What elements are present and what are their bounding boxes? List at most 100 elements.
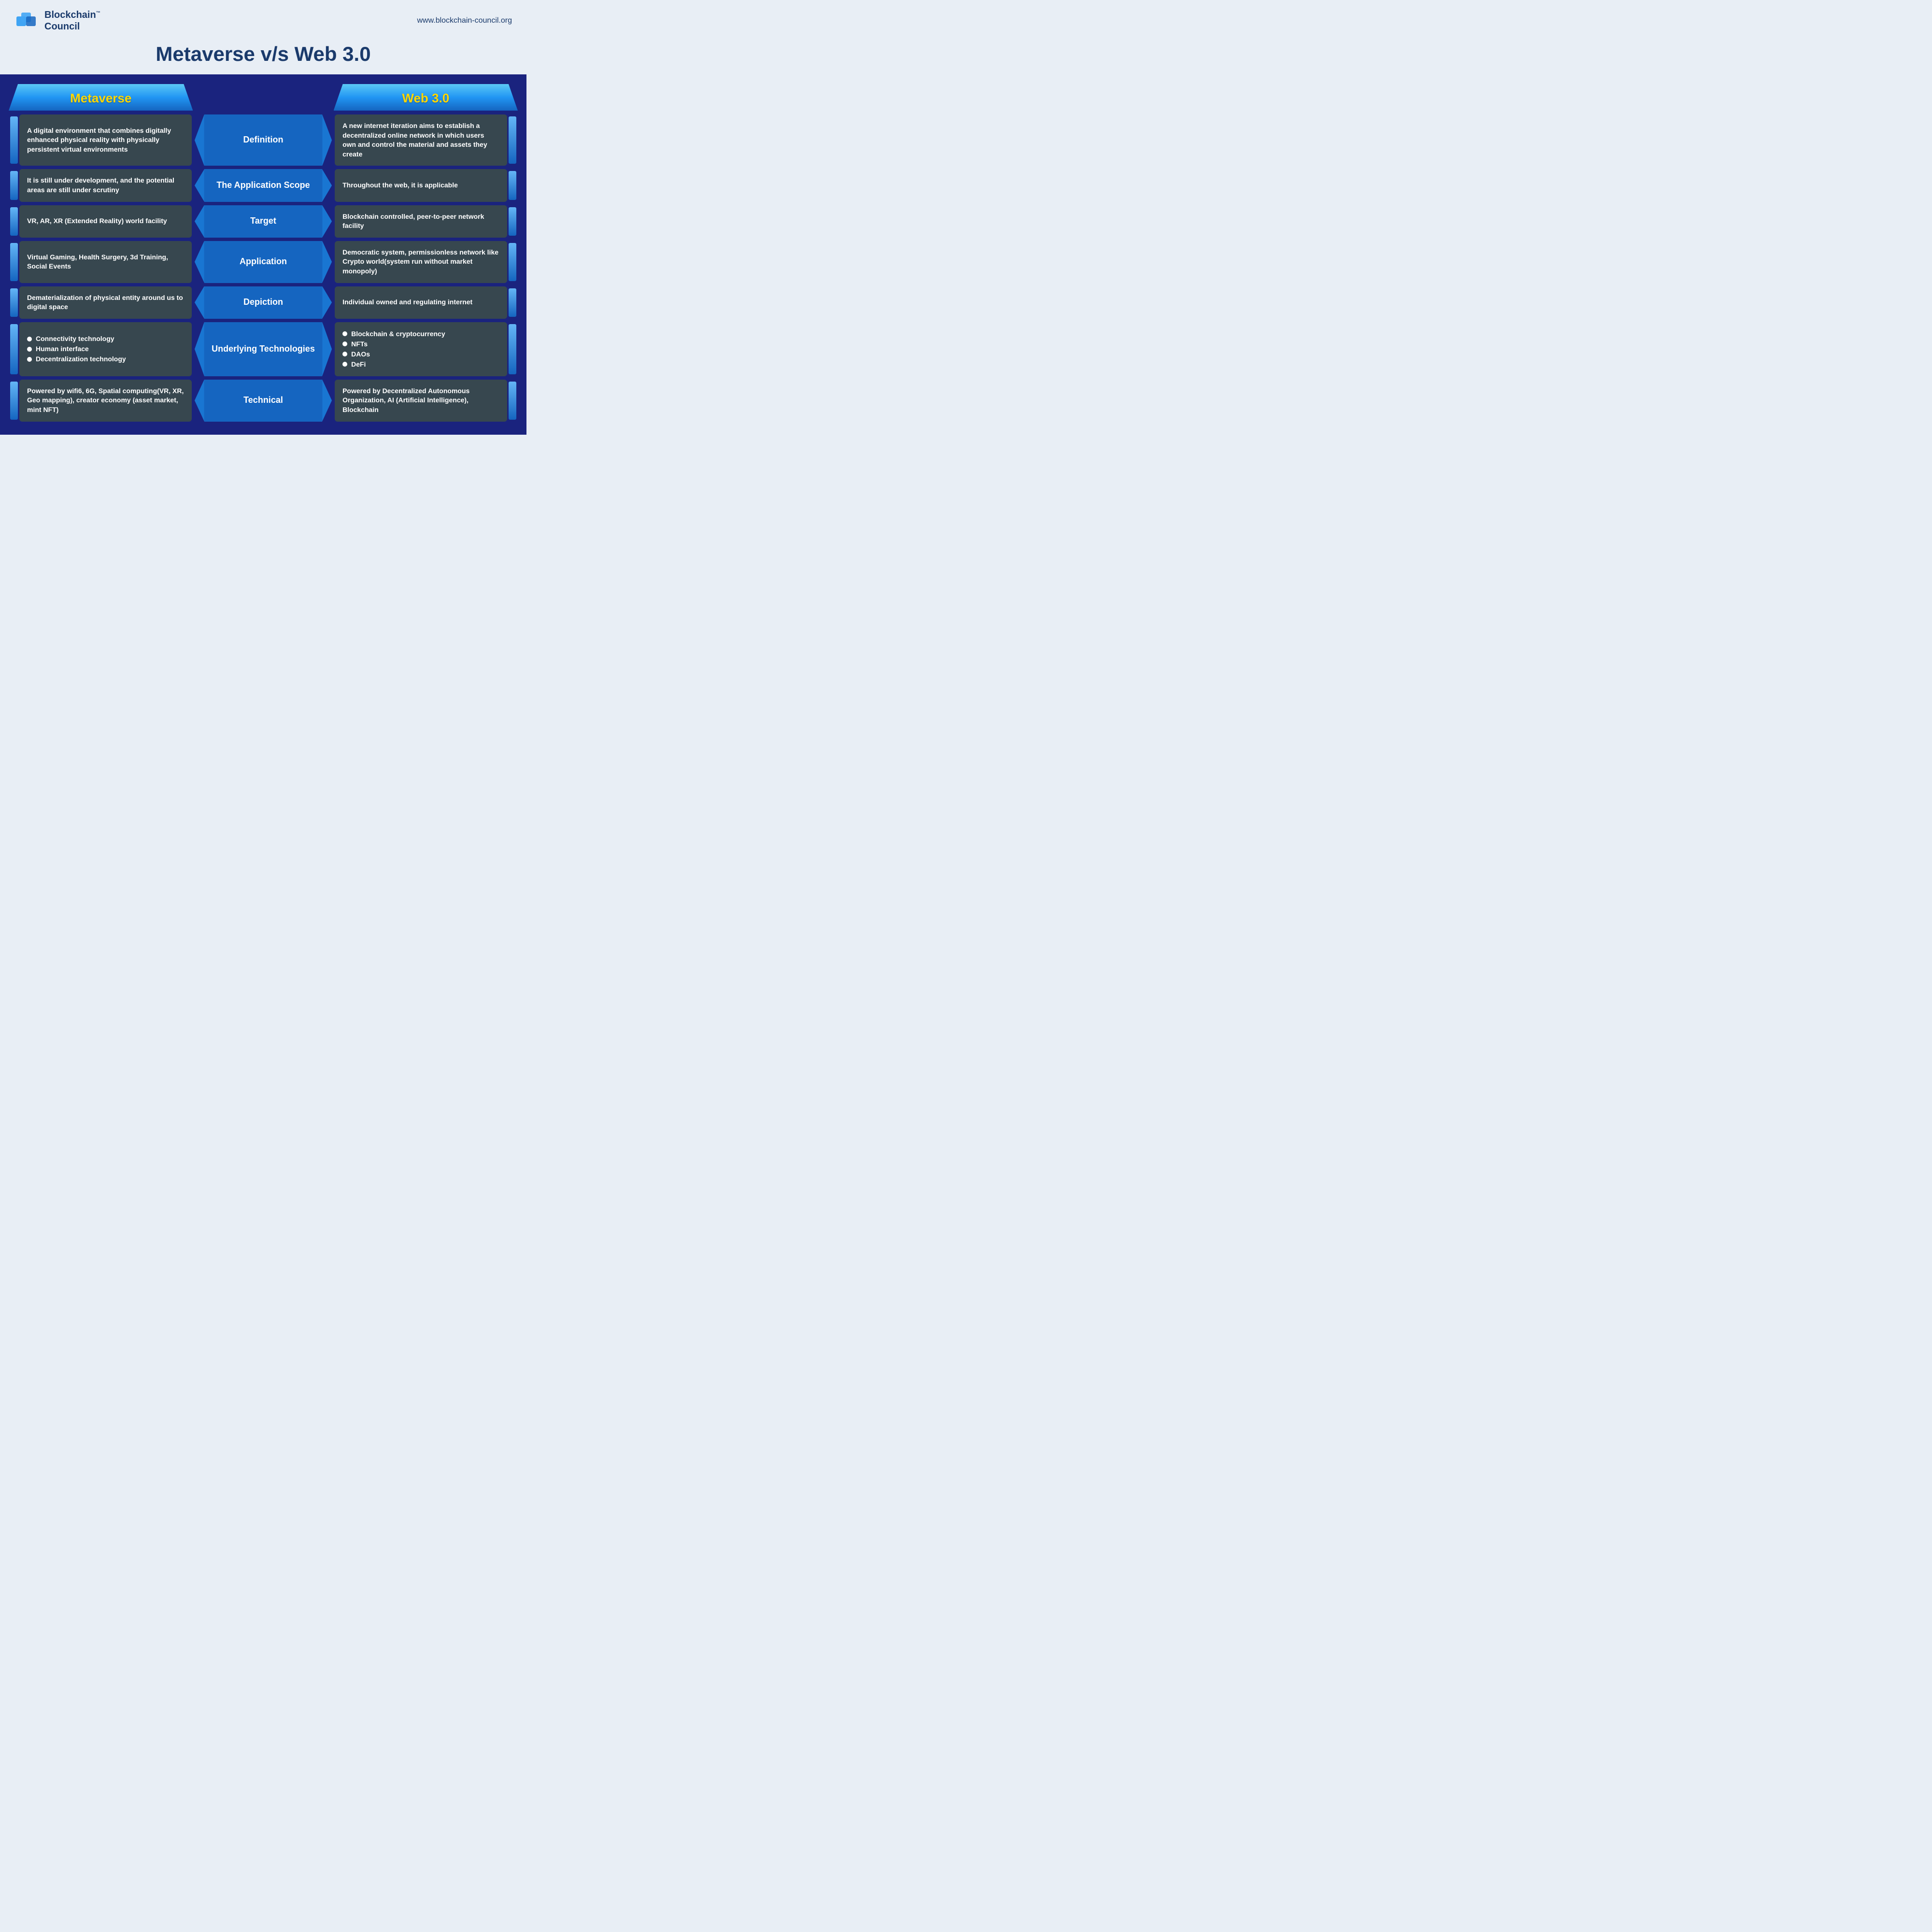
- left-arrow-technical: [195, 380, 204, 422]
- left-tab-7: [10, 382, 18, 420]
- left-arrow-target: [195, 205, 204, 238]
- column-headers: Metaverse Web 3.0: [9, 84, 518, 111]
- left-text-target: VR, AR, XR (Extended Reality) world faci…: [27, 216, 167, 226]
- center-target: Target: [195, 205, 332, 238]
- right-tab-3: [509, 207, 516, 236]
- center-technical: Technical: [195, 380, 332, 422]
- right-arrow-technologies: [322, 322, 332, 376]
- center-body-target: Target: [204, 205, 322, 238]
- center-technologies: Underlying Technologies: [195, 322, 332, 376]
- bullet-dot-2: [27, 347, 32, 352]
- left-text-scope: It is still under development, and the p…: [27, 176, 184, 195]
- left-tab-3: [10, 207, 18, 236]
- web3-header: Web 3.0: [334, 84, 518, 111]
- bullet-dot-3: [27, 357, 32, 362]
- right-text-definition: A new internet iteration aims to establi…: [342, 121, 499, 159]
- right-tab-5: [509, 288, 516, 317]
- left-bullet-2: Human interface: [27, 344, 126, 354]
- header: Blockchain™ Council www.blockchain-counc…: [0, 0, 526, 38]
- logo-area: Blockchain™ Council: [14, 9, 100, 33]
- right-tab-2: [509, 171, 516, 199]
- right-tab-7: [509, 382, 516, 420]
- website-url: www.blockchain-council.org: [417, 16, 512, 25]
- center-scope: The Application Scope: [195, 169, 332, 201]
- right-text-technical: Powered by Decentralized Autonomous Orga…: [342, 386, 499, 415]
- row-target: VR, AR, XR (Extended Reality) world faci…: [9, 205, 518, 238]
- right-arrow-scope: [322, 169, 332, 201]
- right-cell-technical: Powered by Decentralized Autonomous Orga…: [335, 380, 507, 422]
- center-label-depiction: Depiction: [243, 297, 283, 308]
- left-tab-2: [10, 171, 18, 199]
- right-cell-scope: Throughout the web, it is applicable: [335, 169, 507, 201]
- content-area: Metaverse Web 3.0 A digital environment …: [0, 74, 526, 435]
- right-cell-technologies: Blockchain & cryptocurrency NFTs DAOs De…: [335, 322, 507, 376]
- left-text-definition: A digital environment that combines digi…: [27, 126, 184, 155]
- left-arrow-definition: [195, 114, 204, 166]
- logo-text: Blockchain™ Council: [44, 9, 100, 32]
- left-tab-4: [10, 243, 18, 281]
- center-body-depiction: Depiction: [204, 286, 322, 319]
- left-cell-definition: A digital environment that combines digi…: [19, 114, 192, 166]
- center-label-scope: The Application Scope: [216, 180, 310, 191]
- left-text-depiction: Dematerialization of physical entity aro…: [27, 293, 184, 312]
- left-bullet-1: Connectivity technology: [27, 334, 126, 344]
- right-bullet-4: DeFi: [342, 359, 445, 369]
- center-label-technologies: Underlying Technologies: [212, 343, 315, 355]
- bullet-dot-r1: [342, 331, 347, 336]
- left-arrow-depiction: [195, 286, 204, 319]
- right-arrow-technical: [322, 380, 332, 422]
- right-text-target: Blockchain controlled, peer-to-peer netw…: [342, 212, 499, 231]
- left-cell-depiction: Dematerialization of physical entity aro…: [19, 286, 192, 319]
- center-body-technologies: Underlying Technologies: [204, 322, 322, 376]
- center-label-definition: Definition: [243, 134, 284, 145]
- web3-header-title: Web 3.0: [402, 91, 449, 105]
- row-application: Virtual Gaming, Health Surgery, 3d Train…: [9, 241, 518, 283]
- right-bullet-2: NFTs: [342, 339, 445, 349]
- center-body-definition: Definition: [204, 114, 322, 166]
- right-tab-6: [509, 324, 516, 374]
- metaverse-header: Metaverse: [9, 84, 193, 111]
- right-text-application: Democratic system, permissionless networ…: [342, 248, 499, 276]
- left-cell-target: VR, AR, XR (Extended Reality) world faci…: [19, 205, 192, 238]
- row-technical: Powered by wifi6, 6G, Spatial computing(…: [9, 380, 518, 422]
- right-arrow-target: [322, 205, 332, 238]
- left-tab-6: [10, 324, 18, 374]
- center-definition: Definition: [195, 114, 332, 166]
- bullet-dot-r2: [342, 341, 347, 346]
- center-depiction: Depiction: [195, 286, 332, 319]
- right-text-scope: Throughout the web, it is applicable: [342, 181, 458, 190]
- left-text-technical: Powered by wifi6, 6G, Spatial computing(…: [27, 386, 184, 415]
- logo-name: Blockchain™: [44, 9, 100, 21]
- left-cell-application: Virtual Gaming, Health Surgery, 3d Train…: [19, 241, 192, 283]
- right-arrow-application: [322, 241, 332, 283]
- blockchain-logo-icon: [14, 9, 39, 33]
- left-bullets-technologies: Connectivity technology Human interface …: [27, 334, 126, 364]
- center-application: Application: [195, 241, 332, 283]
- left-arrow-scope: [195, 169, 204, 201]
- center-body-application: Application: [204, 241, 322, 283]
- left-bullet-3: Decentralization technology: [27, 354, 126, 364]
- bullet-dot-r4: [342, 362, 347, 367]
- row-depiction: Dematerialization of physical entity aro…: [9, 286, 518, 319]
- left-cell-scope: It is still under development, and the p…: [19, 169, 192, 201]
- left-arrow-application: [195, 241, 204, 283]
- right-cell-definition: A new internet iteration aims to establi…: [335, 114, 507, 166]
- right-arrow-depiction: [322, 286, 332, 319]
- bullet-dot-r3: [342, 352, 347, 356]
- center-body-technical: Technical: [204, 380, 322, 422]
- right-bullets-technologies: Blockchain & cryptocurrency NFTs DAOs De…: [342, 329, 445, 369]
- left-cell-technical: Powered by wifi6, 6G, Spatial computing(…: [19, 380, 192, 422]
- right-bullet-1: Blockchain & cryptocurrency: [342, 329, 445, 339]
- right-cell-target: Blockchain controlled, peer-to-peer netw…: [335, 205, 507, 238]
- right-tab-4: [509, 243, 516, 281]
- center-body-scope: The Application Scope: [204, 169, 322, 201]
- center-label-application: Application: [240, 256, 287, 267]
- left-tab-1: [10, 116, 18, 164]
- row-scope: It is still under development, and the p…: [9, 169, 518, 201]
- right-arrow-definition: [322, 114, 332, 166]
- left-tab-5: [10, 288, 18, 317]
- left-arrow-technologies: [195, 322, 204, 376]
- main-title-area: Metaverse v/s Web 3.0: [0, 38, 526, 74]
- center-label-technical: Technical: [243, 395, 283, 406]
- right-cell-application: Democratic system, permissionless networ…: [335, 241, 507, 283]
